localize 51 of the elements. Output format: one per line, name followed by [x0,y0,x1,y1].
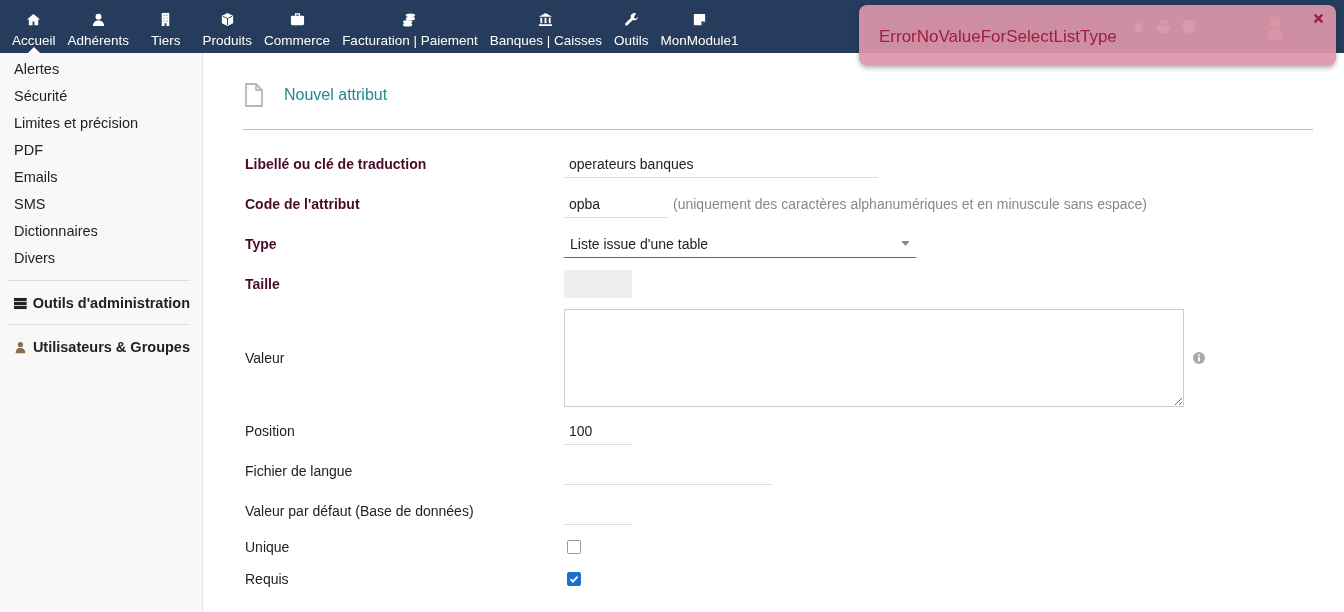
bank-icon [538,12,554,27]
field-label: Valeur par défaut (Base de données) [245,503,475,519]
server-icon [14,296,27,310]
person-icon [14,340,27,354]
field-label: Valeur [245,349,286,366]
person-icon [90,12,106,27]
sidebar-item[interactable]: Sécurité [6,85,76,108]
nav-tab[interactable]: Commerce [258,0,337,53]
nav-tab[interactable]: Facturation | Paiement [336,0,484,53]
nav-tab[interactable]: Produits [196,0,259,53]
sidebar-item[interactable]: PDF [6,139,51,162]
checkbox[interactable] [567,540,581,554]
note-icon [692,12,708,27]
house-icon [26,12,42,27]
sidebar-item[interactable]: SMS [6,193,54,216]
sidebar-section-link[interactable]: Outils d'administration [32,295,190,311]
nav-tab[interactable]: Accueil [6,0,62,53]
text-area[interactable] [564,308,1184,407]
coins-icon [402,12,418,27]
sidebar-item[interactable]: Limites et précision [6,112,147,135]
checkbox[interactable] [567,572,581,586]
field-label: Requis [245,571,290,587]
field-label: Libellé ou clé de traduction [245,156,428,172]
wrench-icon [623,12,639,27]
cube-icon [219,12,235,27]
document-icon [244,83,264,107]
page-title: Nouvel attribut [284,86,388,104]
hint-text: (uniquement des caractères alphanumériques et en minuscule sans espace) [673,196,1147,212]
sidebar-item[interactable]: Emails [6,166,66,189]
nav-tab[interactable]: Outils [608,0,655,53]
error-message: ErrorNoValueForSelectListType [879,27,1117,47]
field-label: Fichier de langue [245,463,354,479]
nav-tab[interactable]: MonModule1 [654,0,745,53]
sidebar-item[interactable]: Alertes [6,58,68,81]
close-icon[interactable] [1313,13,1324,24]
sidebar-item[interactable]: Dictionnaires [6,220,106,243]
field-label: Type [245,236,278,252]
field-label: Unique [245,539,291,555]
field-label: Taille [245,276,281,292]
briefcase-icon [289,12,305,27]
sidebar-section-link[interactable]: Utilisateurs & Groupes [32,339,190,355]
nav-tab[interactable]: Banques | Caisses [483,0,609,53]
sidebar-item[interactable]: Divers [6,247,64,270]
caret-icon [901,241,910,246]
nav-tab[interactable]: Adhérents [61,0,136,53]
nav-tab[interactable]: Tiers [135,0,197,53]
field-label: Position [245,423,296,439]
select-dropdown[interactable]: Liste issue d'une table [564,230,916,258]
checkmark-icon [568,573,580,585]
info-icon[interactable] [1193,351,1205,364]
field-label: Code de l'attribut [245,196,361,212]
